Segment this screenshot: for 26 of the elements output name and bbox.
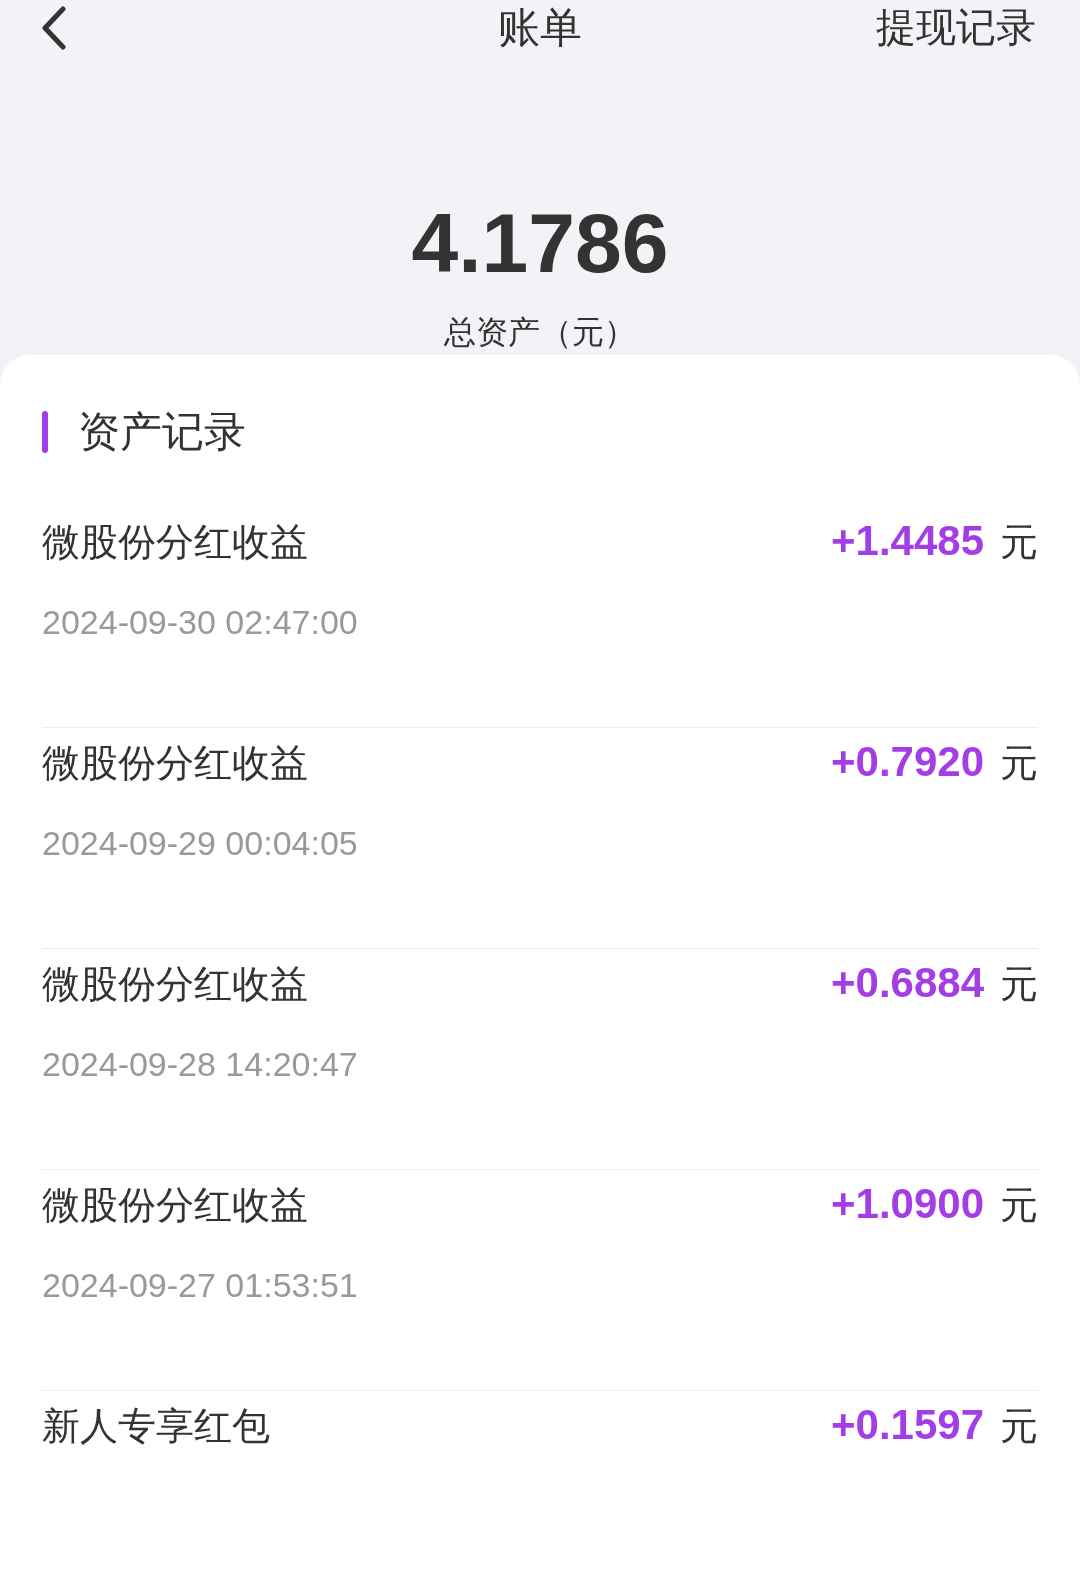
record-time: 2024-09-28 14:20:47 <box>42 1045 359 1084</box>
currency-unit: 元 <box>1000 1402 1038 1450</box>
record-amount: +1.4485 <box>831 516 984 565</box>
withdrawal-records-link[interactable]: 提现记录 <box>876 0 1036 55</box>
record-name: 微股份分红收益 <box>42 1181 308 1229</box>
page-title: 账单 <box>498 1 582 54</box>
section-accent <box>42 411 48 453</box>
record-name: 微股份分红收益 <box>42 518 308 566</box>
currency-unit: 元 <box>1000 518 1038 566</box>
total-assets-label: 总资产（元） <box>444 312 636 353</box>
section-title: 资产记录 <box>78 406 246 458</box>
record-amount: +0.1597 <box>831 1400 984 1449</box>
currency-unit: 元 <box>1000 960 1038 1008</box>
currency-unit: 元 <box>1000 1181 1038 1229</box>
record-name: 微股份分红收益 <box>42 739 308 787</box>
record-amount: +1.0900 <box>831 1179 984 1228</box>
currency-unit: 元 <box>1000 739 1038 787</box>
record-time: 2024-09-29 00:04:05 <box>42 824 359 863</box>
total-amount: 4.1786 <box>411 195 669 292</box>
record-amount: +0.6884 <box>831 958 984 1007</box>
record-name: 新人专享红包 <box>42 1402 270 1450</box>
record-name: 微股份分红收益 <box>42 960 308 1008</box>
record-time: 2024-09-27 01:53:51 <box>42 1266 359 1305</box>
back-icon <box>41 5 67 50</box>
record-amount: +0.7920 <box>831 737 984 786</box>
record-time: 2024-09-30 02:47:00 <box>42 603 359 642</box>
